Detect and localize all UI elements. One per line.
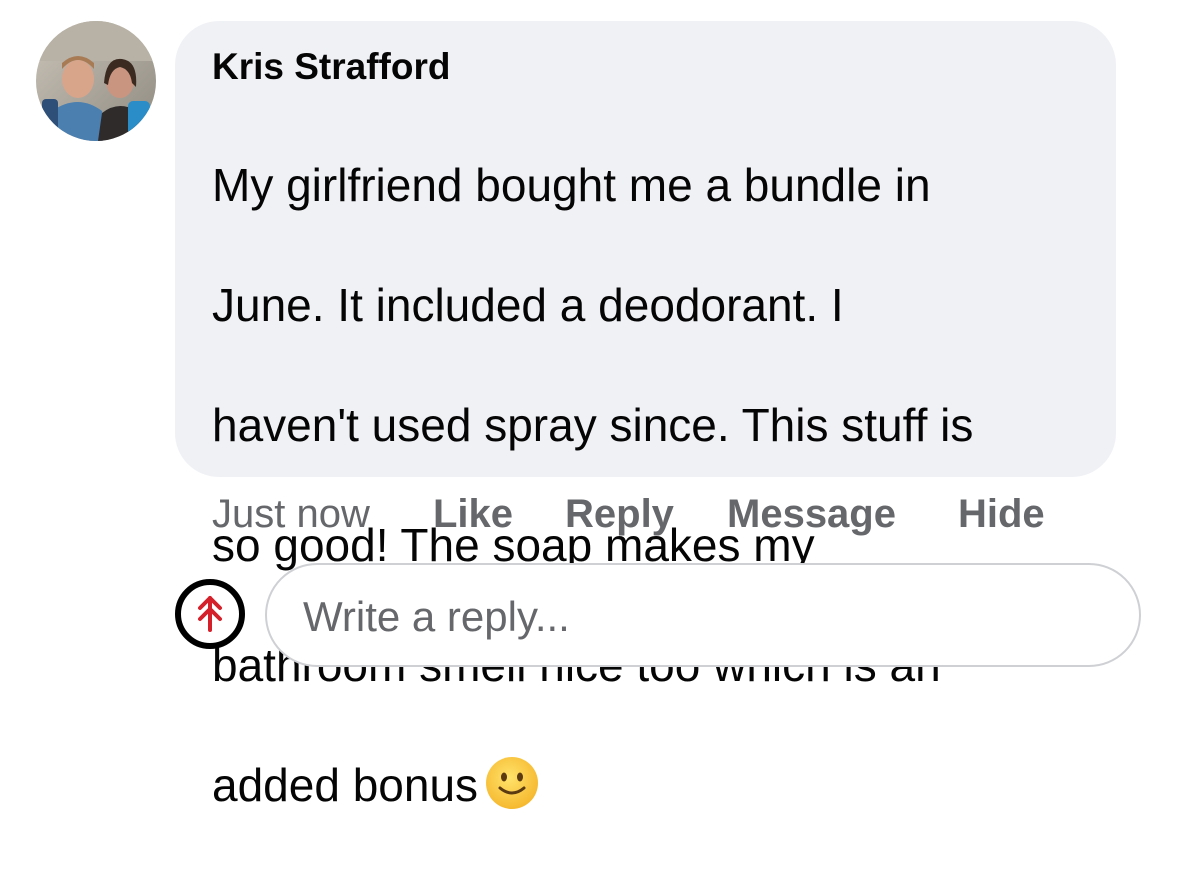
commenter-avatar[interactable] <box>36 21 156 141</box>
comment-line: My girlfriend bought me a bundle in <box>212 159 931 211</box>
page-logo-avatar[interactable] <box>174 578 246 650</box>
comment-line: haven't used spray since. This stuff is <box>212 399 974 451</box>
hide-button[interactable]: Hide <box>958 492 1045 537</box>
comment-author-name[interactable]: Kris Strafford <box>212 46 450 88</box>
like-button[interactable]: Like <box>433 492 513 537</box>
comment-bubble: Kris Strafford My girlfriend bought me a… <box>175 21 1116 811</box>
comment-line: added bonus <box>212 759 479 811</box>
comment-body: My girlfriend bought me a bundle in June… <box>212 95 1092 885</box>
message-button[interactable]: Message <box>727 492 896 537</box>
reply-input[interactable]: Write a reply... <box>265 563 1141 667</box>
reply-button[interactable]: Reply <box>565 492 674 537</box>
reply-input-placeholder: Write a reply... <box>303 593 570 640</box>
tree-arrow-logo-icon <box>175 579 245 649</box>
avatar-photo <box>36 21 156 141</box>
comment-line: June. It included a deodorant. I <box>212 279 844 331</box>
slightly-smiling-face-icon <box>484 755 540 825</box>
comment-timestamp: Just now <box>212 492 370 536</box>
comment-line-last: added bonus <box>212 755 1092 825</box>
